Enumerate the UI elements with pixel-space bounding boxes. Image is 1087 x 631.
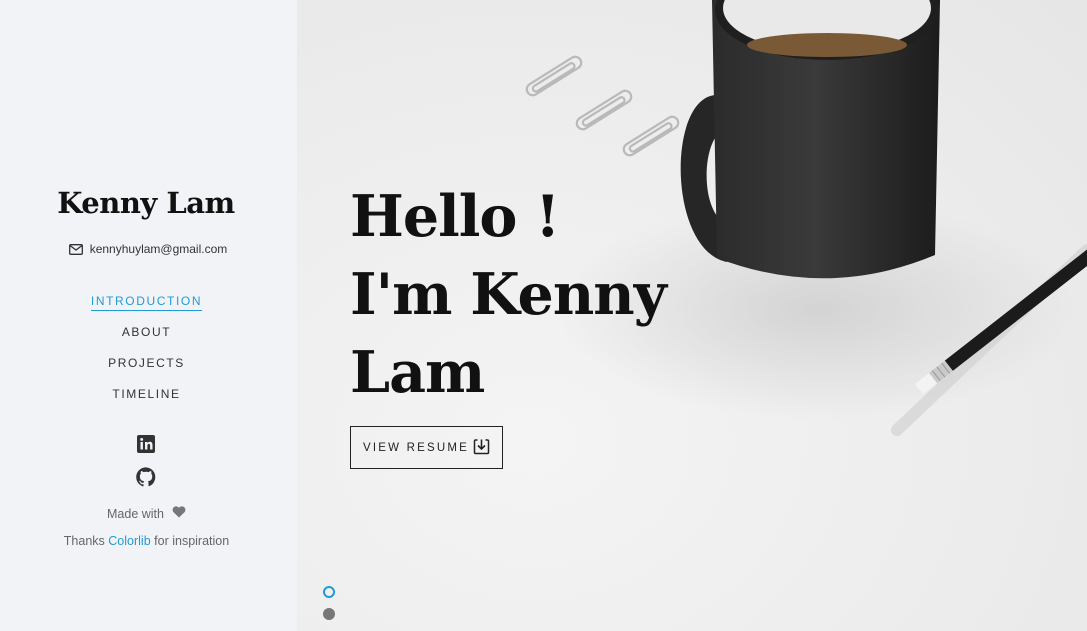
github-icon[interactable]: [136, 467, 156, 487]
email-row[interactable]: kennyhuylam@gmail.com: [0, 242, 296, 256]
heart-icon: [172, 506, 186, 521]
made-with-text: Made with: [107, 506, 164, 521]
mail-icon: [68, 243, 83, 255]
nav-item-introduction[interactable]: INTRODUCTION: [0, 292, 293, 323]
hero-section: Hello ! I'm Kenny Lam VIEW RESUME: [297, 0, 1087, 631]
made-with-line: Made with: [0, 506, 293, 521]
thanks-line: Thanks Colorlib for inspiration: [0, 534, 293, 548]
headline-line-3: Lam: [350, 339, 485, 406]
slide-dot-1[interactable]: [323, 586, 335, 598]
sidebar: Kenny Lam kennyhuylam@gmail.com INTRODUC…: [0, 0, 297, 631]
nav-link-introduction[interactable]: INTRODUCTION: [90, 294, 203, 311]
nav-item-projects[interactable]: PROJECTS: [0, 354, 293, 385]
headline-line-2: I'm Kenny: [350, 261, 667, 328]
view-resume-button[interactable]: VIEW RESUME: [350, 426, 503, 469]
nav-item-about[interactable]: ABOUT: [0, 323, 293, 354]
nav-item-timeline[interactable]: TIMELINE: [0, 385, 293, 416]
linkedin-icon[interactable]: [136, 434, 156, 454]
hero-headline: Hello ! I'm Kenny Lam: [350, 178, 667, 412]
nav-link-timeline[interactable]: TIMELINE: [112, 387, 180, 403]
nav-link-projects[interactable]: PROJECTS: [108, 356, 185, 372]
profile-name: Kenny Lam: [57, 186, 235, 220]
main-nav: INTRODUCTION ABOUT PROJECTS TIMELINE: [0, 292, 293, 416]
download-icon: [473, 438, 490, 458]
headline-line-1: Hello !: [350, 183, 560, 250]
thanks-prefix: Thanks: [63, 534, 105, 548]
view-resume-label: VIEW RESUME: [363, 441, 469, 454]
email-text: kennyhuylam@gmail.com: [89, 242, 228, 256]
slide-dot-2[interactable]: [323, 608, 335, 620]
colorlib-link[interactable]: Colorlib: [108, 534, 150, 548]
thanks-suffix: for inspiration: [154, 534, 230, 548]
nav-link-about[interactable]: ABOUT: [122, 325, 171, 341]
slide-pagination: [323, 586, 335, 630]
